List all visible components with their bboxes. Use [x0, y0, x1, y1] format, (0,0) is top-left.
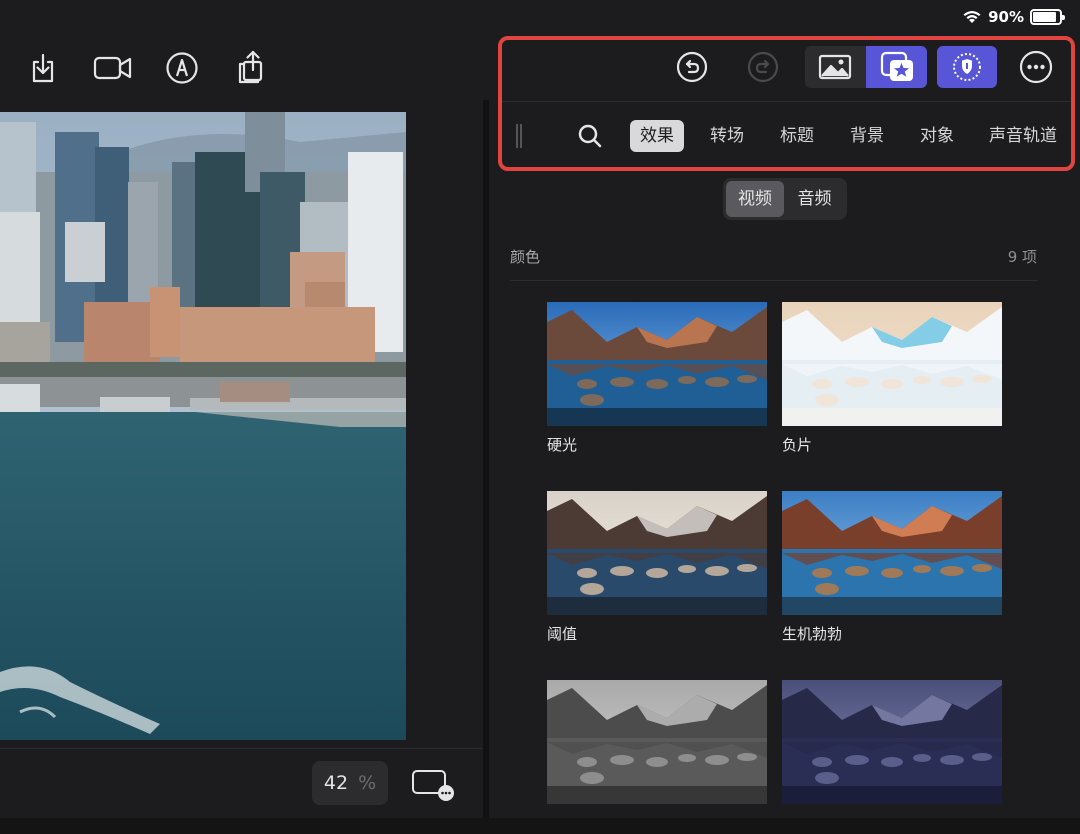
aspect-options-button[interactable]	[410, 765, 456, 805]
undo-icon	[676, 51, 708, 83]
shield-icon	[953, 53, 981, 81]
effect-thumbnail	[547, 491, 767, 615]
toolbar-separator	[502, 101, 1071, 102]
battery-fill	[1033, 12, 1057, 22]
effect-item[interactable]	[547, 680, 767, 812]
share-button[interactable]	[216, 40, 286, 96]
viewer-bottom-bar: 42 %	[0, 748, 482, 818]
share-icon	[238, 50, 263, 84]
wifi-icon	[963, 11, 981, 23]
effect-item[interactable]: 生机勃勃	[782, 491, 1002, 644]
effect-thumbnail	[547, 680, 767, 804]
favorites-icon	[880, 51, 913, 81]
media-type-segment: 视频 音频	[723, 178, 847, 220]
tab-titles[interactable]: 标题	[770, 120, 824, 152]
camera-icon	[93, 56, 132, 80]
panel-divider[interactable]	[483, 100, 489, 820]
tab-backgrounds[interactable]: 背景	[840, 120, 894, 152]
pen-icon	[166, 52, 198, 84]
inspector-button[interactable]	[937, 46, 997, 88]
zoom-field[interactable]: 42 %	[312, 761, 388, 805]
download-button[interactable]	[8, 40, 78, 96]
markup-button[interactable]	[147, 40, 217, 96]
timeline-edge	[0, 818, 1080, 834]
drag-handle[interactable]	[516, 124, 522, 148]
segment-video[interactable]: 视频	[726, 181, 784, 217]
photos-button[interactable]	[805, 46, 865, 88]
effect-name: 硬光	[547, 436, 578, 454]
effect-thumbnail	[782, 302, 1002, 426]
video-viewer[interactable]	[0, 112, 406, 740]
redo-button[interactable]	[745, 49, 781, 85]
download-icon	[32, 53, 54, 83]
segment-audio[interactable]: 音频	[785, 181, 844, 217]
effect-name: 生机勃勃	[782, 625, 843, 643]
browser-tab-row: 效果 转场 标题 背景 对象 声音轨道	[502, 114, 1071, 158]
battery-percent: 90%	[988, 8, 1024, 26]
tab-soundtracks[interactable]: 声音轨道	[979, 120, 1067, 152]
effect-item[interactable]: 硬光	[547, 302, 767, 455]
effect-thumbnail	[782, 491, 1002, 615]
aspect-ratio-icon	[412, 770, 454, 801]
more-button[interactable]	[1019, 50, 1053, 84]
section-title: 颜色	[510, 248, 541, 266]
tab-objects[interactable]: 对象	[910, 120, 964, 152]
effect-item[interactable]: 阈值	[547, 491, 767, 644]
tab-effects[interactable]: 效果	[630, 120, 684, 152]
effect-item[interactable]: 负片	[782, 302, 1002, 455]
effect-thumbnail	[547, 302, 767, 426]
more-icon	[1019, 50, 1053, 84]
zoom-value: 42	[323, 772, 349, 794]
status-bar: 90%	[962, 0, 1080, 34]
left-toolbar	[0, 40, 490, 100]
aerial-city-image	[0, 112, 406, 740]
search-icon	[578, 124, 602, 148]
section-divider	[510, 280, 1038, 281]
camera-button[interactable]	[78, 40, 148, 96]
section-count: 9 项	[1007, 248, 1037, 266]
effect-thumbnail	[782, 680, 1002, 804]
undo-button[interactable]	[674, 49, 710, 85]
zoom-unit: %	[358, 772, 377, 794]
tab-transitions[interactable]: 转场	[700, 120, 754, 152]
effect-name: 负片	[782, 436, 813, 454]
effects-browser-button[interactable]	[866, 46, 927, 88]
effect-item[interactable]	[782, 680, 1002, 812]
search-button[interactable]	[577, 123, 603, 149]
redo-icon	[747, 51, 779, 83]
photo-icon	[818, 54, 852, 80]
battery-icon	[1030, 9, 1065, 25]
effect-name: 阈值	[547, 625, 578, 643]
